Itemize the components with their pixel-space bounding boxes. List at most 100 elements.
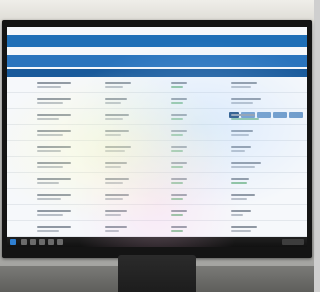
table-row[interactable] xyxy=(7,207,307,221)
cell-text xyxy=(231,210,251,212)
cell-subtext xyxy=(231,198,247,200)
cell-subtext xyxy=(231,230,251,232)
cell-subtext xyxy=(37,86,61,88)
cell-text xyxy=(37,162,71,164)
table-row[interactable] xyxy=(7,111,307,125)
status-pill xyxy=(171,118,183,120)
cell-text xyxy=(105,82,131,84)
browser-icon[interactable] xyxy=(30,239,36,245)
cell-text xyxy=(105,178,129,180)
cell-text xyxy=(171,114,187,116)
status-pill xyxy=(171,182,183,184)
app-icon[interactable] xyxy=(57,239,63,245)
cell-text xyxy=(231,146,251,148)
cell-text xyxy=(37,98,71,100)
cell-text xyxy=(105,210,127,212)
status-pill xyxy=(171,214,183,216)
cell-subtext xyxy=(37,102,63,104)
cell-text xyxy=(105,194,129,196)
status-pill xyxy=(231,118,259,120)
navigation-bar xyxy=(7,69,307,118)
cell-text xyxy=(231,98,261,100)
cell-text xyxy=(105,226,127,228)
cell-text xyxy=(171,194,187,196)
cell-text xyxy=(231,114,255,116)
monitor-stand xyxy=(118,255,196,292)
status-pill xyxy=(171,198,183,200)
cell-text xyxy=(37,210,71,212)
cell-subtext xyxy=(231,150,245,152)
cell-subtext xyxy=(231,102,253,104)
table-row[interactable] xyxy=(7,127,307,141)
cell-subtext xyxy=(37,118,59,120)
cell-text xyxy=(171,178,187,180)
cell-text xyxy=(105,130,129,132)
status-pill xyxy=(171,102,183,104)
app-icon[interactable] xyxy=(48,239,54,245)
cell-subtext xyxy=(37,134,63,136)
cell-subtext xyxy=(105,86,123,88)
cell-subtext xyxy=(37,230,59,232)
cell-text xyxy=(171,130,187,132)
table-row[interactable] xyxy=(7,95,307,109)
cell-text xyxy=(105,114,129,116)
cell-text xyxy=(37,226,71,228)
cell-text xyxy=(37,146,71,148)
cell-subtext xyxy=(231,134,249,136)
monitor-logo xyxy=(148,249,166,255)
cell-subtext xyxy=(105,118,123,120)
cell-subtext xyxy=(37,198,61,200)
table-row[interactable] xyxy=(7,143,307,157)
cell-text xyxy=(37,194,71,196)
cell-text xyxy=(231,162,261,164)
top-header-bar xyxy=(7,35,307,47)
system-tray[interactable] xyxy=(282,239,304,245)
cell-text xyxy=(171,226,187,228)
cell-subtext xyxy=(105,214,121,216)
cell-text xyxy=(171,146,187,148)
cell-text xyxy=(231,226,257,228)
cell-text xyxy=(231,130,253,132)
cell-text xyxy=(231,82,257,84)
cell-text xyxy=(171,162,187,164)
cell-subtext xyxy=(105,230,119,232)
cell-subtext xyxy=(37,214,63,216)
cell-subtext xyxy=(105,166,121,168)
status-pill xyxy=(171,86,183,88)
cell-text xyxy=(37,114,71,116)
table-row[interactable] xyxy=(7,159,307,173)
cell-subtext xyxy=(231,86,251,88)
monitor-screen xyxy=(7,27,307,247)
taskbar xyxy=(7,237,307,247)
cell-text xyxy=(171,210,187,212)
cell-subtext xyxy=(231,214,243,216)
table-row[interactable] xyxy=(7,191,307,205)
data-table xyxy=(7,79,307,237)
shelf-top xyxy=(0,0,314,22)
status-pill xyxy=(171,150,183,152)
cell-text xyxy=(105,146,131,148)
app-icon[interactable] xyxy=(39,239,45,245)
folder-icon[interactable] xyxy=(21,239,27,245)
cell-text xyxy=(171,98,187,100)
windows-start-icon[interactable] xyxy=(10,239,16,245)
cell-text xyxy=(105,162,127,164)
cell-text xyxy=(37,82,71,84)
cell-subtext xyxy=(105,150,125,152)
cell-subtext xyxy=(231,166,255,168)
cell-subtext xyxy=(105,182,123,184)
cell-text xyxy=(105,98,127,100)
cell-text xyxy=(37,178,71,180)
cell-text xyxy=(171,82,187,84)
table-row[interactable] xyxy=(7,79,307,93)
cell-text xyxy=(231,178,249,180)
cell-text xyxy=(231,194,255,196)
cell-subtext xyxy=(37,150,61,152)
cell-text xyxy=(37,130,71,132)
cell-subtext xyxy=(105,102,121,104)
table-row[interactable] xyxy=(7,223,307,237)
table-row[interactable] xyxy=(7,175,307,189)
cell-subtext xyxy=(105,134,121,136)
cell-subtext xyxy=(37,166,63,168)
status-pill xyxy=(231,182,247,184)
